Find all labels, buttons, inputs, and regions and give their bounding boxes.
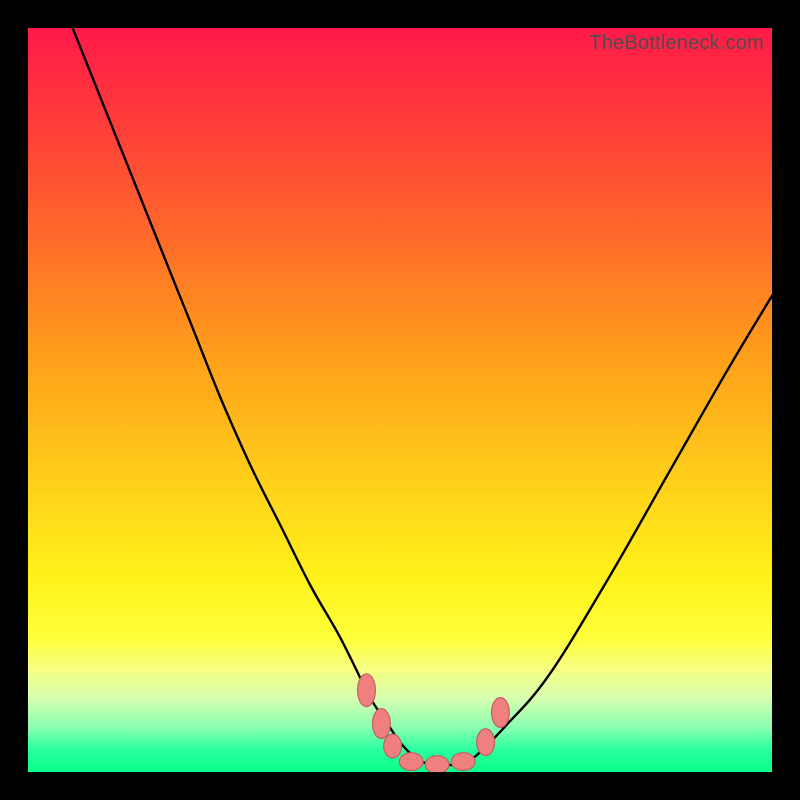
marker — [492, 698, 510, 728]
marker — [425, 756, 449, 772]
marker — [477, 729, 495, 756]
marker — [358, 674, 376, 707]
marker — [373, 709, 391, 739]
plot-area: TheBottleneck.com — [28, 28, 772, 772]
watermark-text: TheBottleneck.com — [589, 32, 764, 55]
marker — [384, 734, 402, 758]
marker — [399, 753, 423, 771]
chart-svg — [28, 28, 772, 772]
curve-markers — [358, 674, 510, 772]
bottleneck-curve — [73, 28, 772, 765]
chart-frame: TheBottleneck.com — [0, 0, 800, 800]
marker — [451, 753, 475, 771]
